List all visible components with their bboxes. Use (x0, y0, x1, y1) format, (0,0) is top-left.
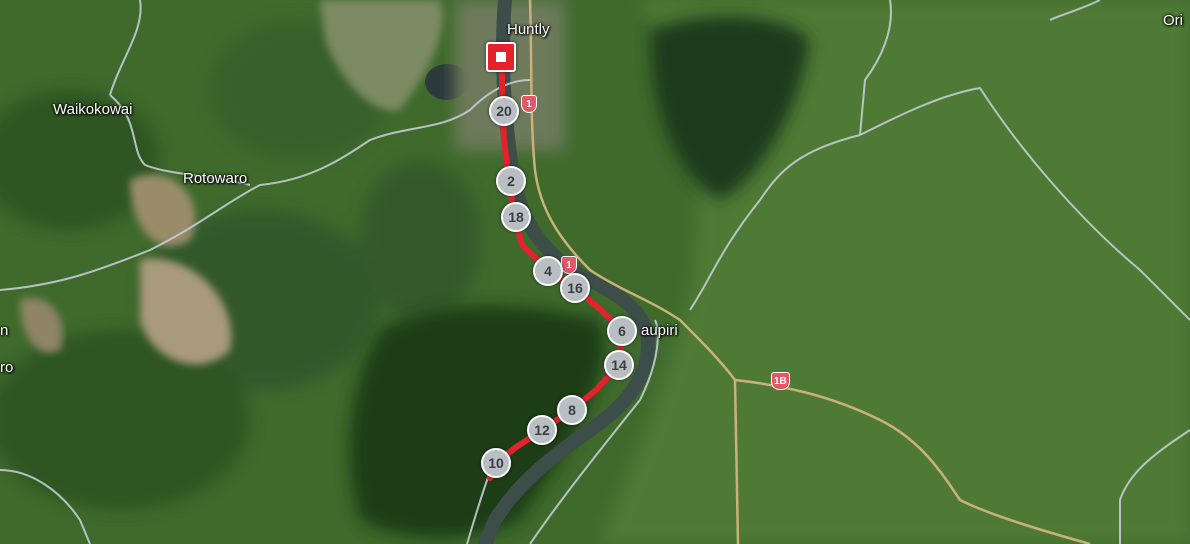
highway-shield-1: 1 (561, 256, 577, 274)
km-marker-4[interactable]: 4 (533, 256, 563, 286)
place-label-edge-n: n (0, 322, 9, 339)
km-marker-12[interactable]: 12 (527, 415, 557, 445)
km-marker-10[interactable]: 10 (481, 448, 511, 478)
satellite-base-layer (0, 0, 1190, 544)
map-view[interactable]: Huntly Waikokowai Rotowaro aupiri Ori n … (0, 0, 1190, 544)
km-marker-2[interactable]: 2 (496, 166, 526, 196)
place-label-rotowaro: Rotowaro (183, 170, 248, 187)
place-label-ori: Ori (1163, 12, 1183, 29)
km-marker-14[interactable]: 14 (604, 350, 634, 380)
start-square-icon (496, 52, 506, 62)
km-marker-18[interactable]: 18 (501, 202, 531, 232)
km-marker-6[interactable]: 6 (607, 316, 637, 346)
route-start-marker[interactable] (486, 42, 516, 72)
place-label-waikokowai: Waikokowai (53, 101, 133, 118)
highway-shield-1: 1 (521, 95, 537, 113)
place-label-taupiri: aupiri (641, 322, 678, 339)
km-marker-16[interactable]: 16 (560, 273, 590, 303)
place-label-edge-ro: ro (0, 359, 14, 376)
place-label-huntly: Huntly (507, 21, 550, 38)
highway-shield-1b: 1B (771, 372, 790, 390)
km-marker-8[interactable]: 8 (557, 395, 587, 425)
km-marker-20[interactable]: 20 (489, 96, 519, 126)
